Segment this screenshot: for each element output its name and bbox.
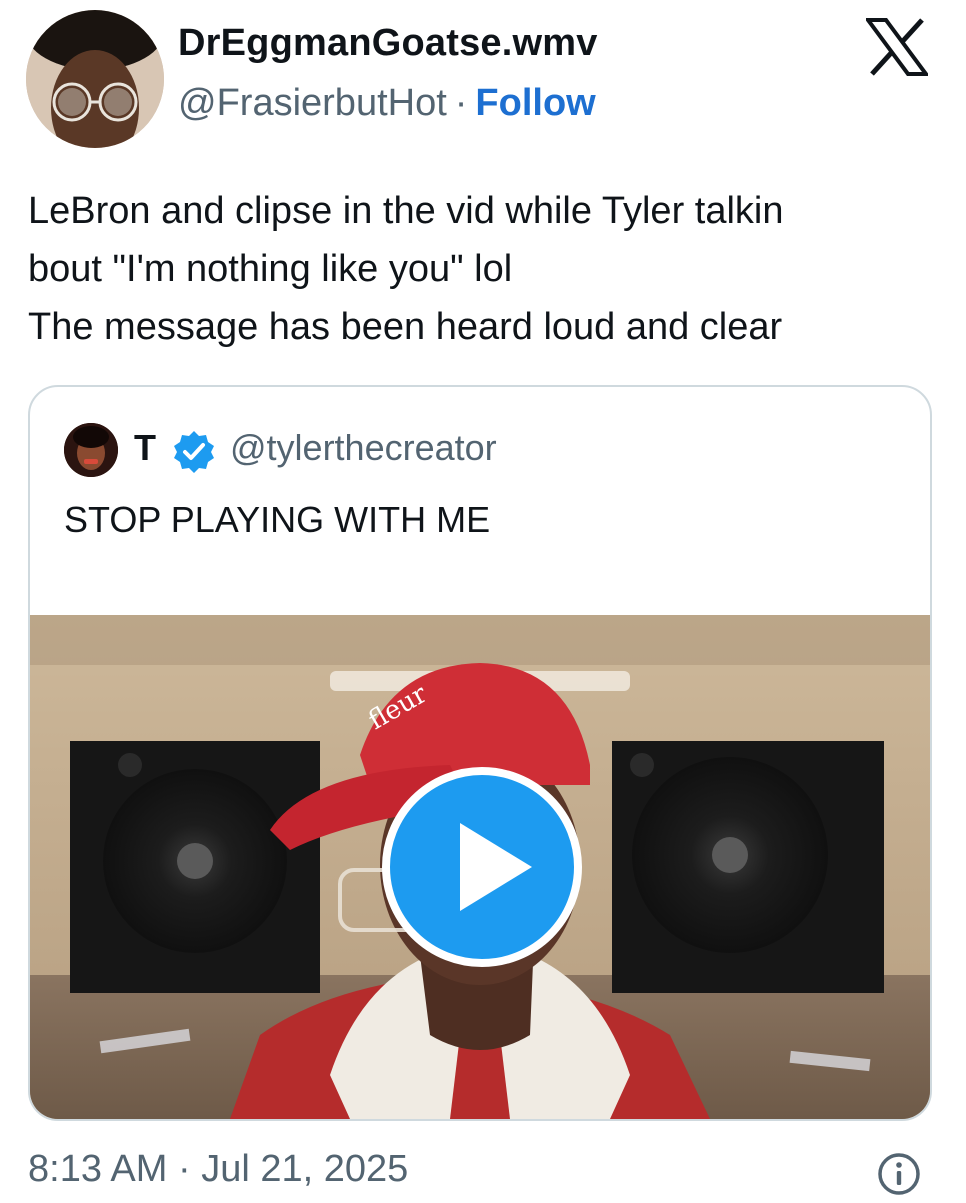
quoted-handle[interactable]: @tylerthecreator [230, 427, 497, 469]
quoted-avatar[interactable] [64, 423, 118, 477]
separator-dot: · [454, 82, 468, 124]
tweet-timestamp[interactable]: 8:13 AM · Jul 21, 2025 [28, 1148, 408, 1191]
tweet-line: The message has been heard loud and clea… [28, 306, 783, 348]
quoted-video[interactable]: fleur [30, 615, 930, 1119]
info-icon[interactable] [877, 1152, 921, 1196]
tweet-line: LeBron and clipse in the vid while Tyler… [28, 190, 784, 232]
tweet-line: bout "I'm nothing like you" lol [28, 248, 513, 290]
x-logo-icon[interactable] [864, 18, 930, 76]
author-avatar[interactable] [26, 10, 164, 148]
follow-button[interactable]: Follow [475, 82, 595, 124]
play-icon [382, 767, 582, 967]
tweet-text: LeBron and clipse in the vid while Tyler… [28, 182, 948, 356]
author-handle-row: @FrasierbutHot · Follow [178, 82, 596, 125]
author-display-name[interactable]: DrEggmanGoatse.wmv [178, 22, 598, 65]
quoted-tweet-card[interactable]: T @tylerthecreator STOP PLAYING WITH ME [28, 385, 932, 1121]
quoted-text: STOP PLAYING WITH ME [64, 499, 491, 540]
play-button[interactable] [382, 767, 582, 967]
quoted-name[interactable]: T [134, 427, 156, 469]
author-handle[interactable]: @FrasierbutHot [178, 82, 447, 124]
verified-badge-icon [172, 429, 216, 473]
